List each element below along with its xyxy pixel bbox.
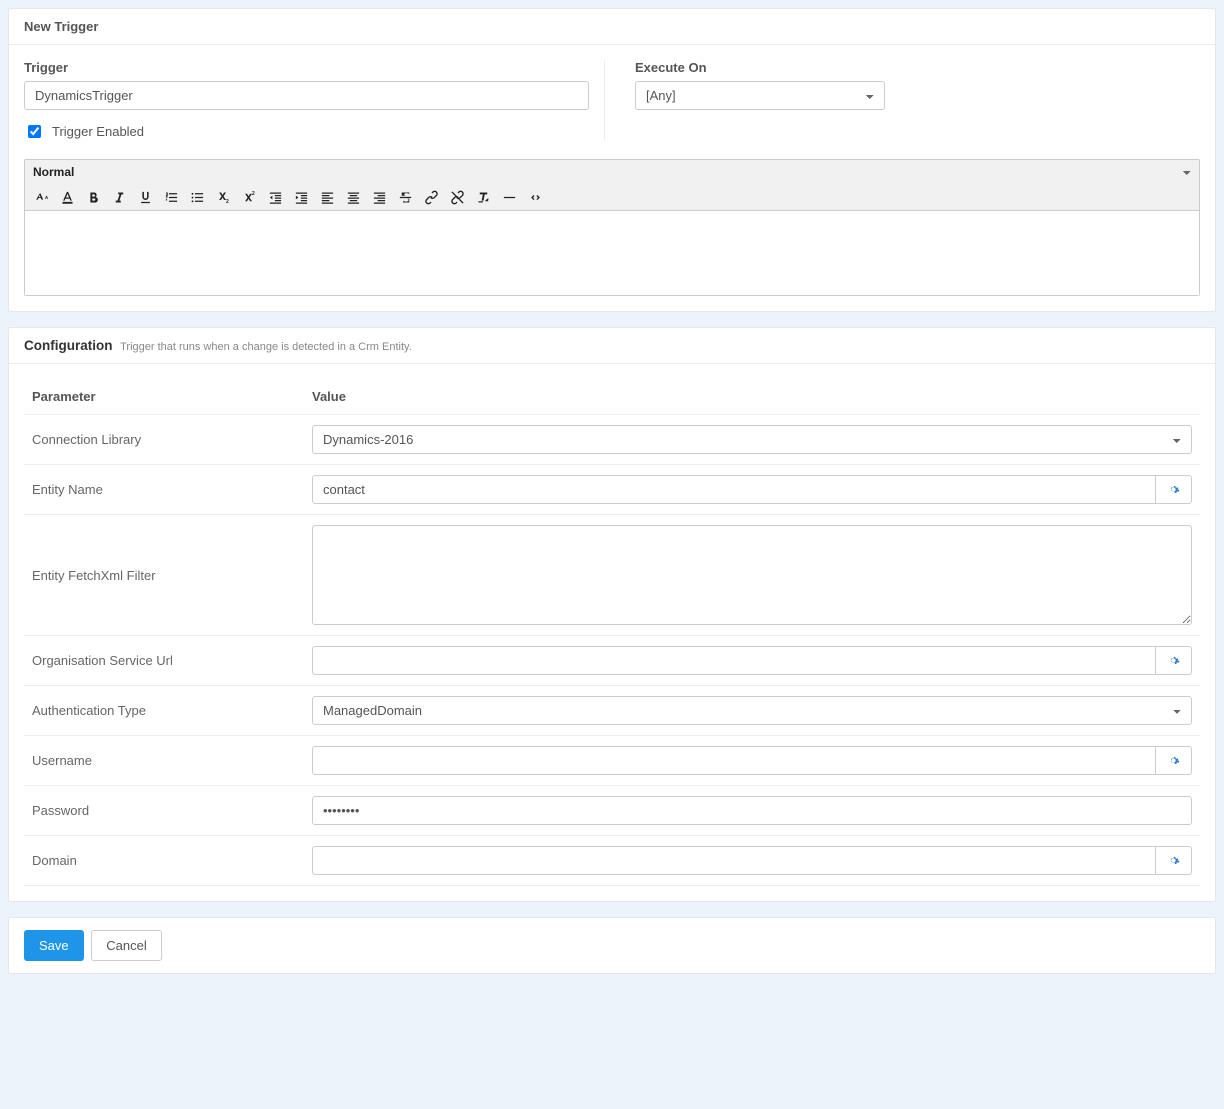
trigger-label: Trigger [24,60,589,75]
connection-library-select[interactable]: Dynamics-2016 [312,425,1192,454]
param-label: Authentication Type [24,686,304,736]
col-value: Value [304,379,1200,415]
clear-format-icon[interactable] [473,187,493,207]
table-row: Entity Name [24,465,1200,515]
format-select[interactable]: Normal [31,163,1193,181]
entity-fetchxml-textarea[interactable] [312,525,1192,625]
footer-panel: Save Cancel [8,917,1216,974]
domain-input[interactable] [312,846,1156,875]
table-row: Password [24,786,1200,836]
indent-decrease-icon[interactable] [265,187,285,207]
align-right-icon[interactable] [369,187,389,207]
gear-icon[interactable] [1156,746,1192,775]
link-icon[interactable] [421,187,441,207]
gear-icon[interactable] [1156,846,1192,875]
table-row: Domain [24,836,1200,886]
font-color-icon[interactable] [57,187,77,207]
svg-text:2: 2 [252,191,255,197]
param-label: Entity FetchXml Filter [24,515,304,636]
gear-icon[interactable] [1156,646,1192,675]
col-parameter: Parameter [24,379,304,415]
trigger-enabled-label: Trigger Enabled [52,124,144,139]
indent-increase-icon[interactable] [291,187,311,207]
table-row: Entity FetchXml Filter [24,515,1200,636]
org-service-url-input[interactable] [312,646,1156,675]
gear-icon[interactable] [1156,475,1192,504]
unlink-icon[interactable] [447,187,467,207]
new-trigger-panel: New Trigger Trigger Trigger Enabled Exec… [8,8,1216,312]
ordered-list-icon[interactable] [161,187,181,207]
entity-name-input[interactable] [312,475,1156,504]
trigger-enabled-checkbox[interactable] [28,125,41,138]
config-title: Configuration [24,338,112,353]
parameters-table: Parameter Value Connection Library Dynam… [24,379,1200,886]
trigger-name-input[interactable] [24,81,589,110]
editor-toolbar: Normal 2 2 [25,160,1199,211]
svg-text:2: 2 [226,199,229,205]
editor-body[interactable] [25,211,1199,295]
save-button[interactable]: Save [24,930,84,961]
description-editor: Normal 2 2 [24,159,1200,296]
param-label: Organisation Service Url [24,636,304,686]
auth-type-select[interactable]: ManagedDomain [312,696,1192,725]
panel-title: New Trigger [9,9,1215,45]
param-label: Password [24,786,304,836]
param-label: Entity Name [24,465,304,515]
table-row: Connection Library Dynamics-2016 [24,415,1200,465]
param-label: Domain [24,836,304,886]
param-label: Username [24,736,304,786]
strikethrough-icon[interactable] [395,187,415,207]
username-input[interactable] [312,746,1156,775]
execute-on-label: Execute On [635,60,1200,75]
bold-icon[interactable] [83,187,103,207]
config-description: Trigger that runs when a change is detec… [120,341,412,353]
cancel-button[interactable]: Cancel [91,930,161,961]
code-icon[interactable] [525,187,545,207]
configuration-panel: Configuration Trigger that runs when a c… [8,327,1216,902]
superscript-icon[interactable]: 2 [239,187,259,207]
subscript-icon[interactable]: 2 [213,187,233,207]
execute-on-select[interactable]: [Any] [635,81,885,110]
param-label: Connection Library [24,415,304,465]
table-row: Authentication Type ManagedDomain [24,686,1200,736]
align-left-icon[interactable] [317,187,337,207]
horizontal-rule-icon[interactable] [499,187,519,207]
align-center-icon[interactable] [343,187,363,207]
table-row: Username [24,736,1200,786]
underline-icon[interactable] [135,187,155,207]
table-row: Organisation Service Url [24,636,1200,686]
unordered-list-icon[interactable] [187,187,207,207]
password-input[interactable] [312,796,1192,825]
font-size-icon[interactable] [31,187,51,207]
italic-icon[interactable] [109,187,129,207]
